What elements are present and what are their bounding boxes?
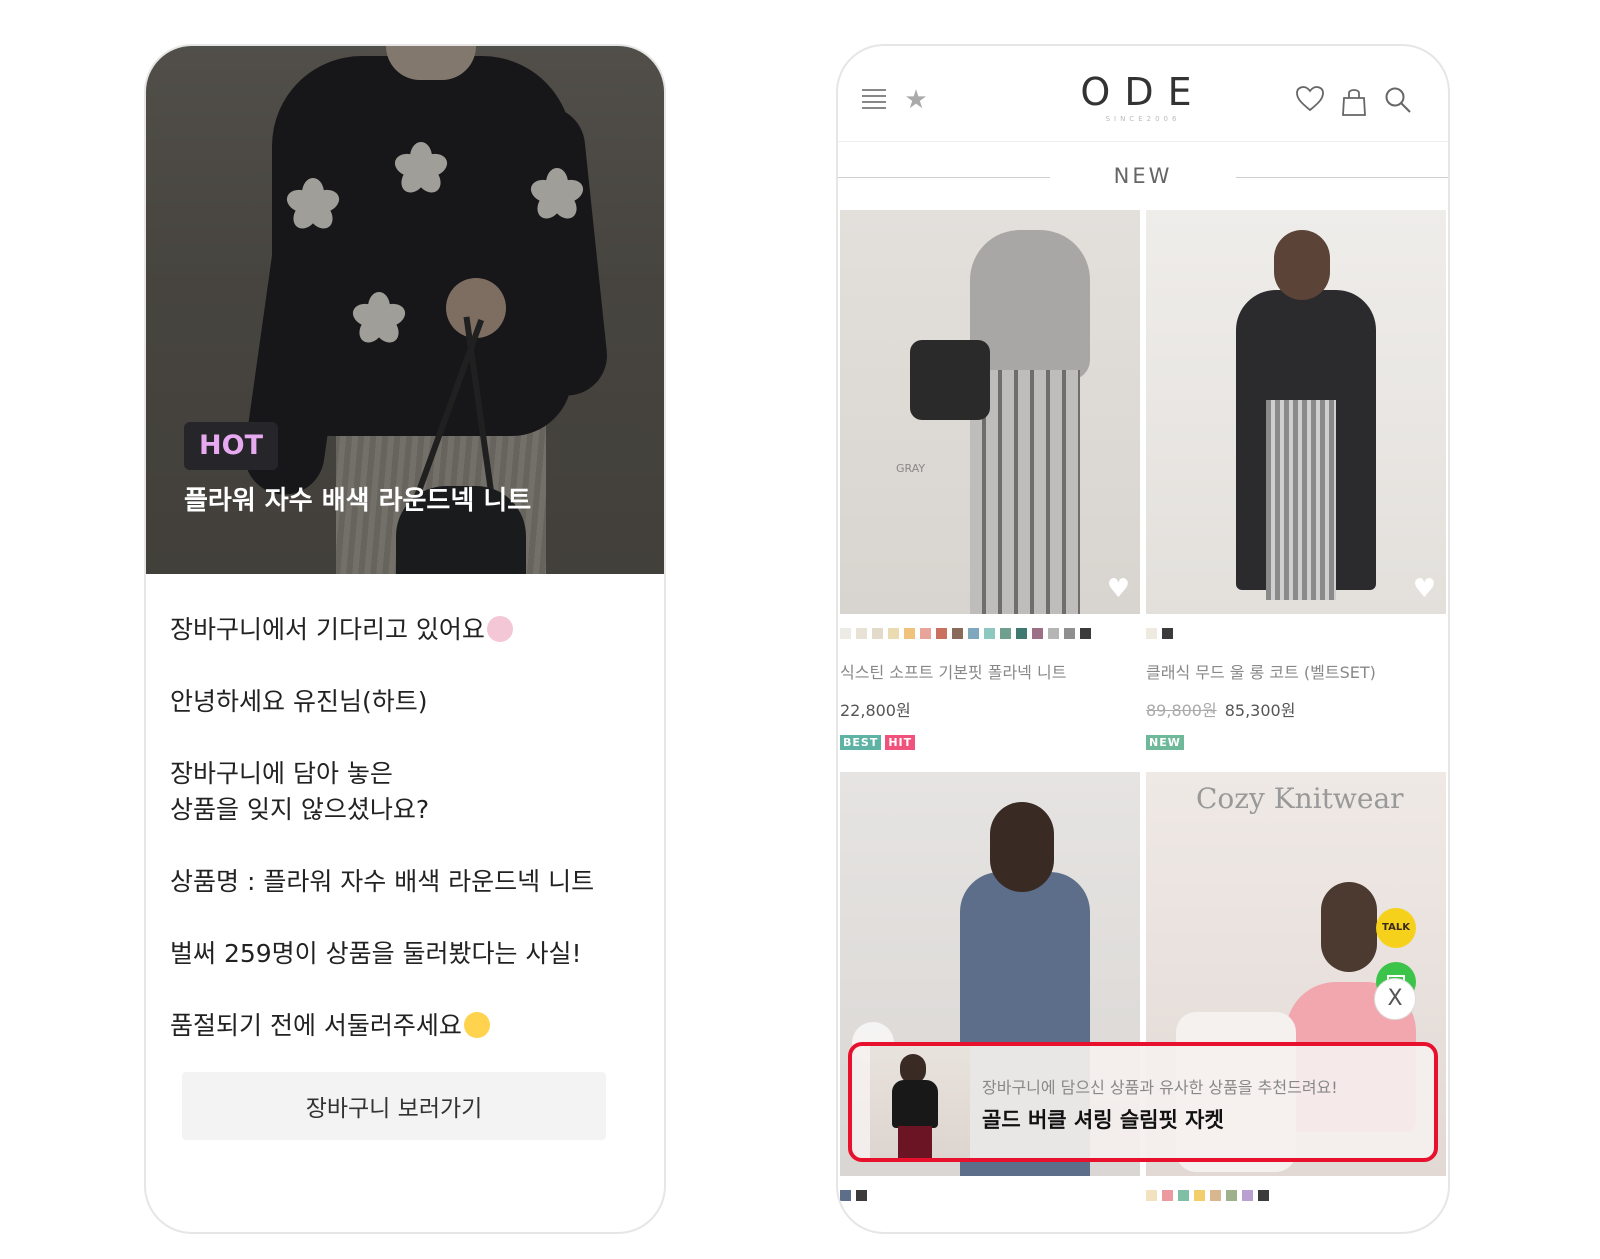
shop-phone: ★ ODE SINCE2006 NEW GRAY ♥ 식스틴 소프트 기본핏 폴… <box>836 44 1450 1234</box>
message-line: 안녕하세요 유진님(하트) <box>170 687 428 716</box>
hit-tag: HIT <box>885 735 916 750</box>
message-line: 장바구니에서 기다리고 있어요 <box>170 612 640 648</box>
recommendation-title[interactable]: 골드 버클 셔링 슬림핏 자켓 <box>982 1104 1224 1134</box>
product-name[interactable]: 식스틴 소프트 기본핏 폴라넥 니트 <box>840 659 1140 683</box>
screaming-face-emoji-icon <box>463 1012 490 1038</box>
wishlist-heart-icon[interactable]: ♥ <box>1413 574 1436 604</box>
color-swatch[interactable] <box>1242 1190 1253 1201</box>
section-header: NEW <box>838 142 1448 212</box>
color-swatch[interactable] <box>1000 628 1011 639</box>
color-swatches <box>1146 628 1446 639</box>
wishlist-heart-icon[interactable]: ♥ <box>1107 574 1130 604</box>
color-swatch[interactable] <box>1178 1190 1189 1201</box>
section-title: NEW <box>1113 164 1173 188</box>
color-swatches <box>1146 1190 1446 1201</box>
color-swatch[interactable] <box>872 628 883 639</box>
color-swatch[interactable] <box>1080 628 1091 639</box>
color-swatch[interactable] <box>888 628 899 639</box>
product-price-current: 85,300원 <box>1224 701 1296 720</box>
screenshot-stage: HOT 플라워 자수 배색 라운드넥 니트 장바구니에서 기다리고 있어요 안녕… <box>0 0 1600 1259</box>
color-swatch[interactable] <box>1226 1190 1237 1201</box>
cozy-knitwear-caption: Cozy Knitwear <box>1196 782 1404 815</box>
color-swatch[interactable] <box>936 628 947 639</box>
product-card[interactable]: ♥ 클래식 무드 울 롱 코트 (벨트SET) 89,800원 85,300원 N… <box>1146 210 1446 750</box>
product-price: 22,800원 <box>840 697 1140 721</box>
message-body: 장바구니에서 기다리고 있어요 안녕하세요 유진님(하트) 장바구니에 담아 놓… <box>146 574 664 1044</box>
color-swatch[interactable] <box>1032 628 1043 639</box>
product-price-original: 89,800원 <box>1146 701 1217 720</box>
color-swatch[interactable] <box>904 628 915 639</box>
product-name[interactable]: 클래식 무드 울 롱 코트 (벨트SET) <box>1146 659 1446 683</box>
bag-icon[interactable] <box>1340 86 1368 116</box>
color-swatch[interactable] <box>1016 628 1027 639</box>
best-tag: BEST <box>840 735 882 750</box>
color-swatch[interactable] <box>1146 628 1157 639</box>
color-swatch[interactable] <box>1162 1190 1173 1201</box>
color-swatches <box>840 1190 1140 1201</box>
hot-badge: HOT <box>184 422 278 470</box>
color-swatches <box>840 628 1140 639</box>
hero-image[interactable]: HOT 플라워 자수 배색 라운드넥 니트 <box>146 46 664 574</box>
product-image[interactable]: GRAY ♥ <box>840 210 1140 614</box>
skirt-image <box>898 1126 932 1158</box>
product-price-current: 22,800원 <box>840 701 911 720</box>
color-swatch[interactable] <box>1258 1190 1269 1201</box>
recommendation-banner[interactable]: 장바구니에 담으신 상품과 유사한 상품을 추천드려요! 골드 버클 셔링 슬림… <box>848 1042 1438 1162</box>
color-swatch[interactable] <box>840 628 851 639</box>
recommendation-thumbnail[interactable] <box>870 1046 970 1158</box>
color-caption: GRAY <box>896 462 926 475</box>
color-swatch[interactable] <box>984 628 995 639</box>
brand-logo-sub: SINCE2006 <box>1105 115 1181 123</box>
hero-title: 플라워 자수 배색 라운드넥 니트 <box>184 486 532 516</box>
color-swatch[interactable] <box>1064 628 1075 639</box>
jacket-image <box>892 1080 938 1128</box>
kakao-talk-button[interactable]: TALK <box>1376 908 1416 948</box>
color-swatch[interactable] <box>856 1190 867 1201</box>
color-swatch[interactable] <box>856 628 867 639</box>
model-head-image <box>1274 230 1330 300</box>
message-line: 상품명 : 플라워 자수 배색 라운드넥 니트 <box>170 867 595 896</box>
product-card[interactable]: GRAY ♥ 식스틴 소프트 기본핏 폴라넥 니트 22,800원 BEST H… <box>840 210 1140 750</box>
bag-image <box>910 340 990 420</box>
skirt-image <box>1266 400 1336 600</box>
message-line: 품절되기 전에 서둘러주세요 <box>170 1008 640 1044</box>
woman-gesturing-emoji-icon <box>486 616 513 642</box>
view-cart-button[interactable]: 장바구니 보러가기 <box>182 1072 606 1140</box>
color-swatch[interactable] <box>1210 1190 1221 1201</box>
model-head-image <box>990 802 1054 892</box>
color-swatch[interactable] <box>1146 1190 1157 1201</box>
product-tags: NEW <box>1146 735 1446 750</box>
heart-icon[interactable] <box>1296 86 1324 114</box>
divider <box>1236 177 1448 178</box>
close-button[interactable]: X <box>1374 978 1416 1020</box>
search-icon[interactable] <box>1384 86 1412 114</box>
recommendation-subtitle: 장바구니에 담으신 상품과 유사한 상품을 추천드려요! <box>982 1078 1338 1097</box>
color-swatch[interactable] <box>920 628 931 639</box>
color-swatch[interactable] <box>1194 1190 1205 1201</box>
message-line: 벌써 259명이 상품을 둘러봤다는 사실! <box>170 939 582 968</box>
top-bar: ★ ODE SINCE2006 <box>838 46 1448 142</box>
color-swatch[interactable] <box>968 628 979 639</box>
product-price: 89,800원 85,300원 <box>1146 697 1446 721</box>
message-phone: HOT 플라워 자수 배색 라운드넥 니트 장바구니에서 기다리고 있어요 안녕… <box>144 44 666 1234</box>
color-swatch[interactable] <box>840 1190 851 1201</box>
new-tag: NEW <box>1146 735 1184 750</box>
product-image[interactable]: ♥ <box>1146 210 1446 614</box>
model-head-image <box>1321 882 1377 972</box>
color-swatch[interactable] <box>952 628 963 639</box>
color-swatch[interactable] <box>1162 628 1173 639</box>
message-line: 장바구니에 담아 놓은 상품을 잊지 않으셨나요? <box>170 759 430 824</box>
product-tags: BEST HIT <box>840 735 1140 750</box>
color-swatch[interactable] <box>1048 628 1059 639</box>
